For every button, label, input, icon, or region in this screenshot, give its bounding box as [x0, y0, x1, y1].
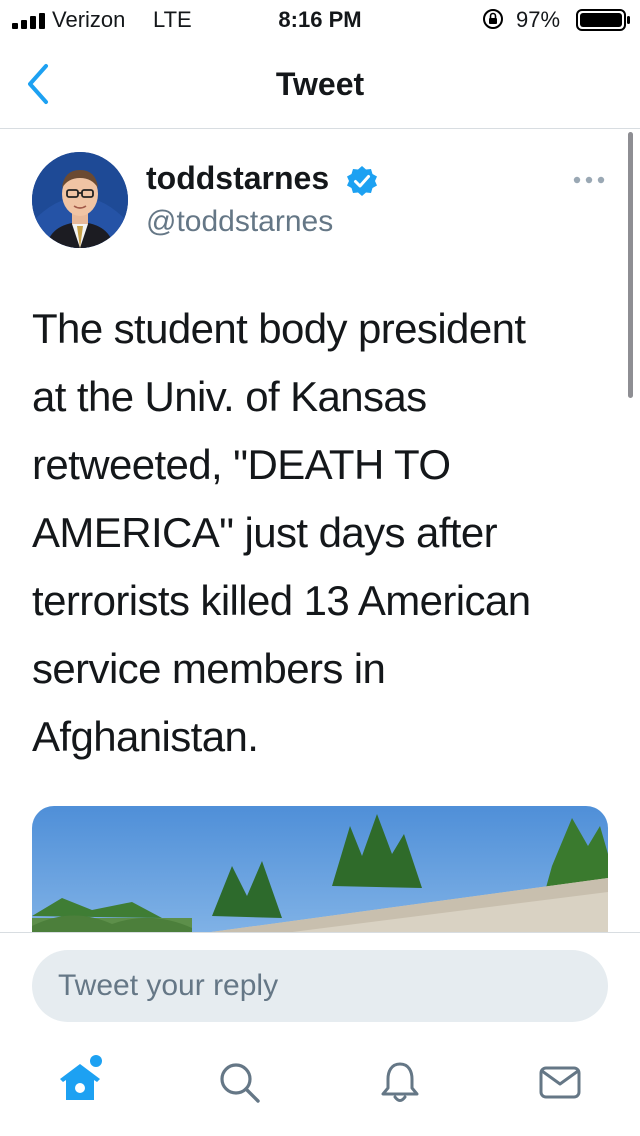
- navigation-bar: Tweet: [0, 40, 640, 129]
- status-bar: Verizon LTE 8:16 PM 97%: [0, 0, 640, 40]
- more-options-icon[interactable]: [572, 174, 606, 186]
- battery-icon: [576, 9, 630, 31]
- mail-icon: [539, 1066, 581, 1099]
- display-name[interactable]: toddstarnes: [146, 160, 329, 197]
- reply-input[interactable]: Tweet your reply: [32, 950, 608, 1022]
- search-icon: [220, 1063, 260, 1103]
- new-content-indicator: [90, 1055, 102, 1067]
- reply-placeholder: Tweet your reply: [58, 969, 279, 1002]
- battery-percent: 97%: [516, 7, 561, 32]
- tab-search[interactable]: [216, 1059, 262, 1105]
- page-title: Tweet: [275, 66, 365, 102]
- tweet-text: The student body president at the Univ. …: [32, 305, 531, 760]
- rotation-lock-icon: [483, 9, 503, 29]
- verified-badge-icon: [347, 166, 377, 196]
- tab-notifications[interactable]: [377, 1059, 423, 1105]
- avatar[interactable]: [32, 152, 128, 248]
- bottom-panel: Tweet your reply: [0, 932, 640, 1136]
- tweet-detail-screen: Verizon LTE 8:16 PM 97% Tweet toddstarne…: [0, 0, 640, 1136]
- scroll-indicator[interactable]: [628, 132, 633, 398]
- tab-messages[interactable]: [537, 1059, 583, 1105]
- bell-icon: [381, 1062, 419, 1102]
- user-handle[interactable]: @toddstarnes: [146, 205, 333, 239]
